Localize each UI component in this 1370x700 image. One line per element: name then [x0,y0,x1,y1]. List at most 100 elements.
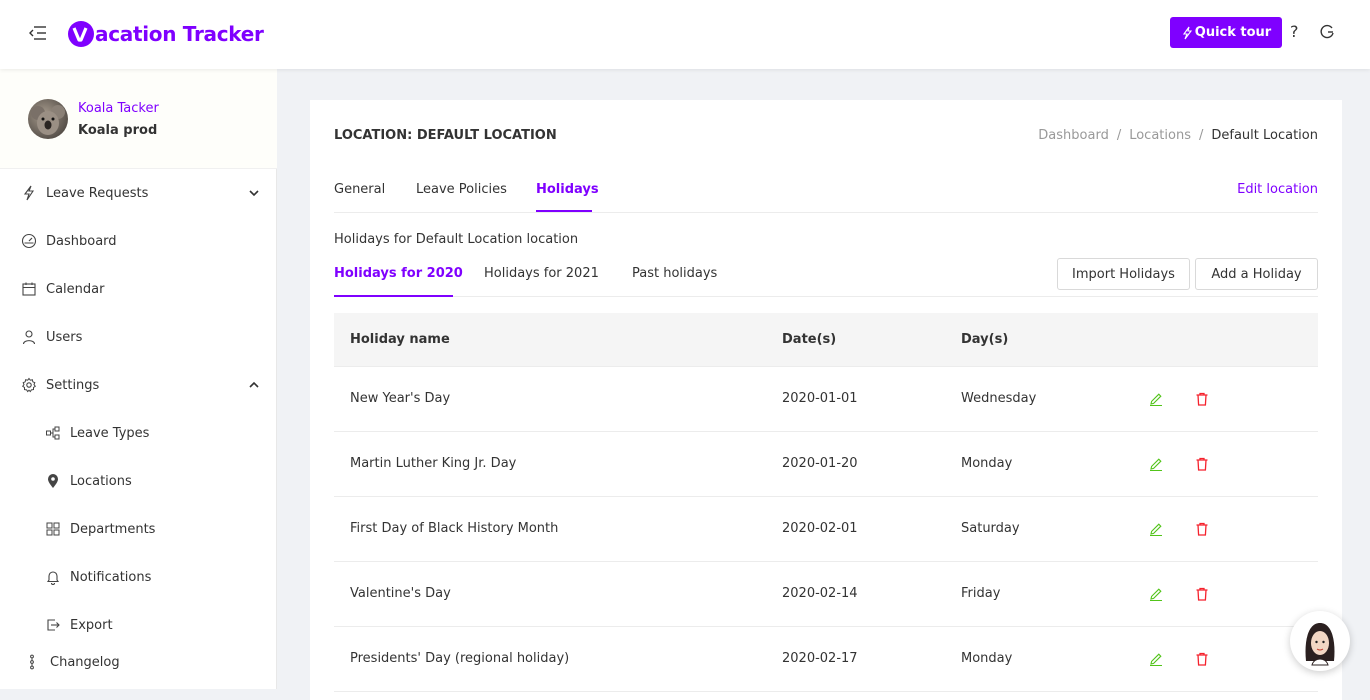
sidebar-item-label: Export [70,617,113,633]
table-row: Martin Luther King Jr. Day 2020-01-20 Mo… [334,432,1318,497]
lightning-icon [23,185,35,201]
user-icon [22,330,36,345]
holiday-date: 2020-01-01 [782,391,858,406]
breadcrumb-dashboard[interactable]: Dashboard [1038,128,1109,143]
sidebar-item-dashboard[interactable]: Dashboard [0,217,277,265]
menu-collapse-icon[interactable] [28,24,48,42]
table-row: Valentine's Day 2020-02-14 Friday [334,562,1318,627]
table-header: Holiday name Date(s) Day(s) [334,313,1318,367]
holiday-day: Monday [961,651,1013,666]
sidebar-item-leave-types[interactable]: Leave Types [0,409,277,457]
quick-tour-label: Quick tour [1194,25,1272,40]
export-icon [47,619,60,631]
bell-icon [46,571,60,585]
edit-icon[interactable] [1148,456,1164,472]
holiday-date: 2020-02-14 [782,586,858,601]
table-row: First Day of Black History Month 2020-02… [334,497,1318,562]
breadcrumb: Dashboard / Locations / Default Location [1038,128,1318,143]
location-card: LOCATION: DEFAULT LOCATION Dashboard / Loc… [310,100,1342,700]
profile-company: Koala prod [78,123,158,138]
holiday-day: Friday [961,586,1001,601]
tab-leave-policies[interactable]: Leave Policies [416,182,507,197]
logo[interactable]: acation Tracker [67,19,264,49]
sidebar-item-label: Calendar [46,281,105,297]
logo-text: acation Tracker [95,22,264,46]
edit-icon[interactable] [1148,651,1164,667]
lightning-icon [1182,26,1192,39]
refresh-icon[interactable] [1318,23,1336,41]
holiday-name: First Day of Black History Month [350,521,559,536]
holiday-name: Martin Luther King Jr. Day [350,456,517,471]
table-row: Presidents' Day (regional holiday) 2020-… [334,627,1318,692]
sidebar-item-label: Leave Requests [46,185,149,201]
breadcrumb-separator: / [1198,128,1204,143]
location-pin-icon [48,474,58,488]
changelog-icon [30,654,34,670]
breadcrumb-locations[interactable]: Locations [1129,128,1191,143]
sidebar-item-label: Users [46,329,83,345]
sidebar-item-label: Dashboard [46,233,117,249]
dashboard-icon [21,233,37,249]
edit-icon[interactable] [1148,521,1164,537]
active-tab-indicator [536,210,592,212]
delete-icon[interactable] [1194,586,1210,602]
sidebar-item-changelog[interactable]: Changelog [0,638,277,686]
import-holidays-button[interactable]: Import Holidays [1057,258,1190,290]
sidebar-item-users[interactable]: Users [0,313,277,361]
holiday-day: Wednesday [961,391,1037,406]
holiday-name: Valentine's Day [350,586,451,601]
help-icon[interactable]: ? [1290,22,1304,42]
sidebar-item-settings[interactable]: Settings [0,361,277,409]
column-header-dates: Date(s) [782,332,837,347]
sidebar-item-label: Departments [70,521,156,537]
sidebar: Koala Tacker Koala prod Leave Requests D… [0,69,277,689]
add-holiday-button[interactable]: Add a Holiday [1195,258,1318,290]
holiday-day: Monday [961,456,1013,471]
sidebar-item-leave-requests[interactable]: Leave Requests [0,169,277,217]
calendar-icon [22,282,36,296]
table-row: New Year's Day 2020-01-01 Wednesday [334,367,1318,432]
chevron-down-icon [249,190,259,197]
sidebar-item-calendar[interactable]: Calendar [0,265,277,313]
avatar[interactable] [28,99,68,139]
tab-holidays[interactable]: Holidays [536,182,599,197]
sidebar-item-label: Locations [70,473,132,489]
tab-holidays-2021[interactable]: Holidays for 2021 [484,266,599,281]
assistant-avatar[interactable] [1290,611,1350,671]
holiday-date: 2020-02-01 [782,521,858,536]
sidebar-item-notifications[interactable]: Notifications [0,553,277,601]
chevron-up-icon [249,381,259,388]
column-header-days: Day(s) [961,332,1009,347]
delete-icon[interactable] [1194,521,1210,537]
holiday-day: Saturday [961,521,1020,536]
top-header: acation Tracker Quick tour ? [0,0,1370,69]
gear-icon [21,377,37,393]
delete-icon[interactable] [1194,456,1210,472]
column-header-name: Holiday name [350,332,450,347]
tab-holidays-2020[interactable]: Holidays for 2020 [334,266,463,281]
sidebar-item-departments[interactable]: Departments [0,505,277,553]
edit-icon[interactable] [1148,391,1164,407]
delete-icon[interactable] [1194,651,1210,667]
delete-icon[interactable] [1194,391,1210,407]
holiday-year-tabs: Holidays for 2020 Holidays for 2021 Past… [334,258,1318,297]
active-subtab-indicator [334,295,453,297]
sidebar-item-label: Settings [46,377,100,393]
sidebar-item-locations[interactable]: Locations [0,457,277,505]
sidebar-item-label: Leave Types [70,425,150,441]
holidays-caption: Holidays for Default Location location [334,232,579,247]
quick-tour-button[interactable]: Quick tour [1170,17,1282,48]
profile-name[interactable]: Koala Tacker [78,101,159,116]
edit-icon[interactable] [1148,586,1164,602]
logo-v-icon [68,21,94,47]
leave-types-icon [46,426,60,440]
edit-location-link[interactable]: Edit location [1237,182,1318,197]
holiday-date: 2020-02-17 [782,651,858,666]
breadcrumb-separator: / [1116,128,1122,143]
tab-general[interactable]: General [334,182,385,197]
page-title: LOCATION: DEFAULT LOCATION [334,128,557,143]
breadcrumb-current: Default Location [1211,128,1318,143]
tab-past-holidays[interactable]: Past holidays [632,266,717,281]
location-tabs: General Leave Policies Holidays Edit loc… [334,170,1318,213]
holiday-name: New Year's Day [350,391,451,406]
